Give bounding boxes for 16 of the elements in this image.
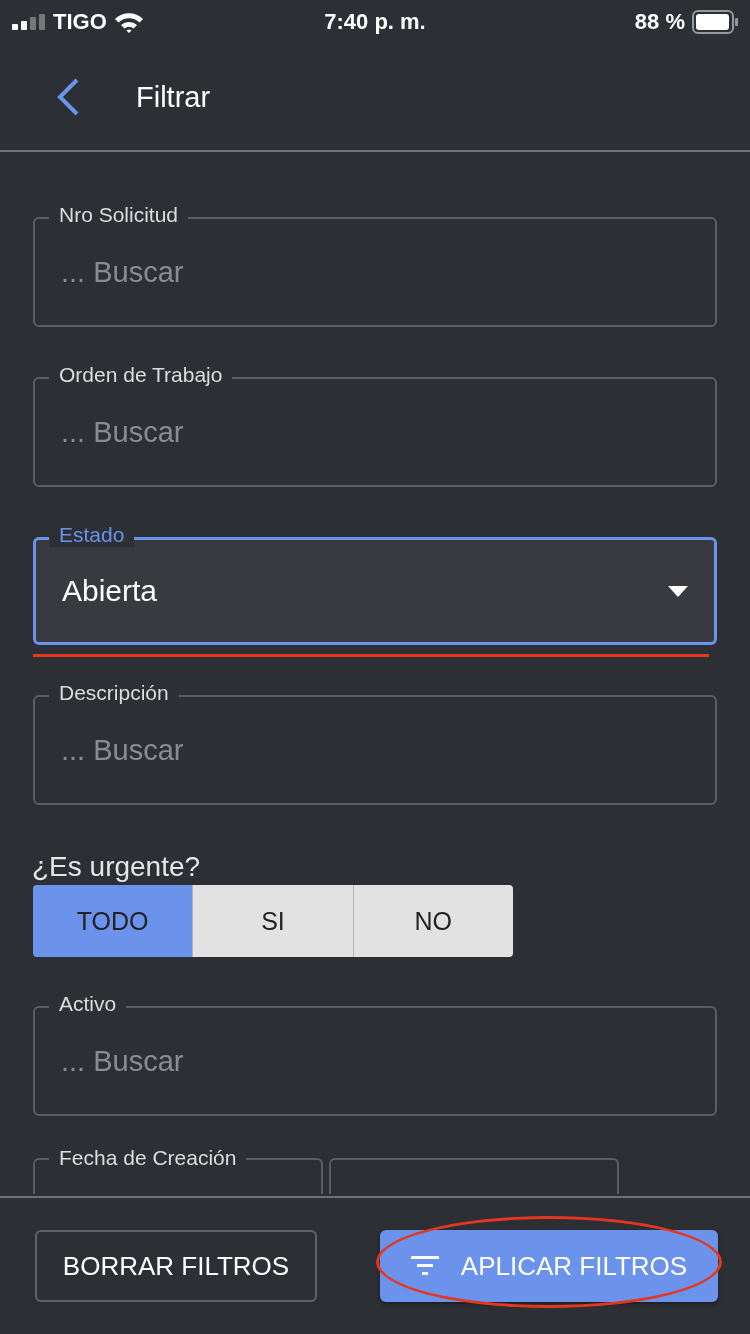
battery-icon (692, 10, 738, 34)
question-label: ¿Es urgente? (32, 851, 202, 883)
segment-option[interactable]: SI (193, 885, 354, 957)
signal-icon (12, 14, 46, 30)
carrier-name: TIGO (53, 9, 107, 35)
dropdown-caret-icon (668, 585, 688, 597)
field-value: Abierta (62, 574, 159, 608)
status-time: 7:40 p. m. (324, 9, 426, 35)
date-field[interactable]: Fecha de Creación (33, 1146, 323, 1194)
filter-icon (410, 1256, 439, 1276)
wifi-icon (113, 11, 144, 33)
segment-option[interactable]: NO (353, 885, 513, 957)
clear-button[interactable]: BORRAR FILTROS (35, 1230, 317, 1302)
battery-percent: 88 % (634, 9, 685, 35)
page-title: Filtrar (136, 80, 211, 114)
segment-option[interactable]: TODO (33, 885, 194, 957)
